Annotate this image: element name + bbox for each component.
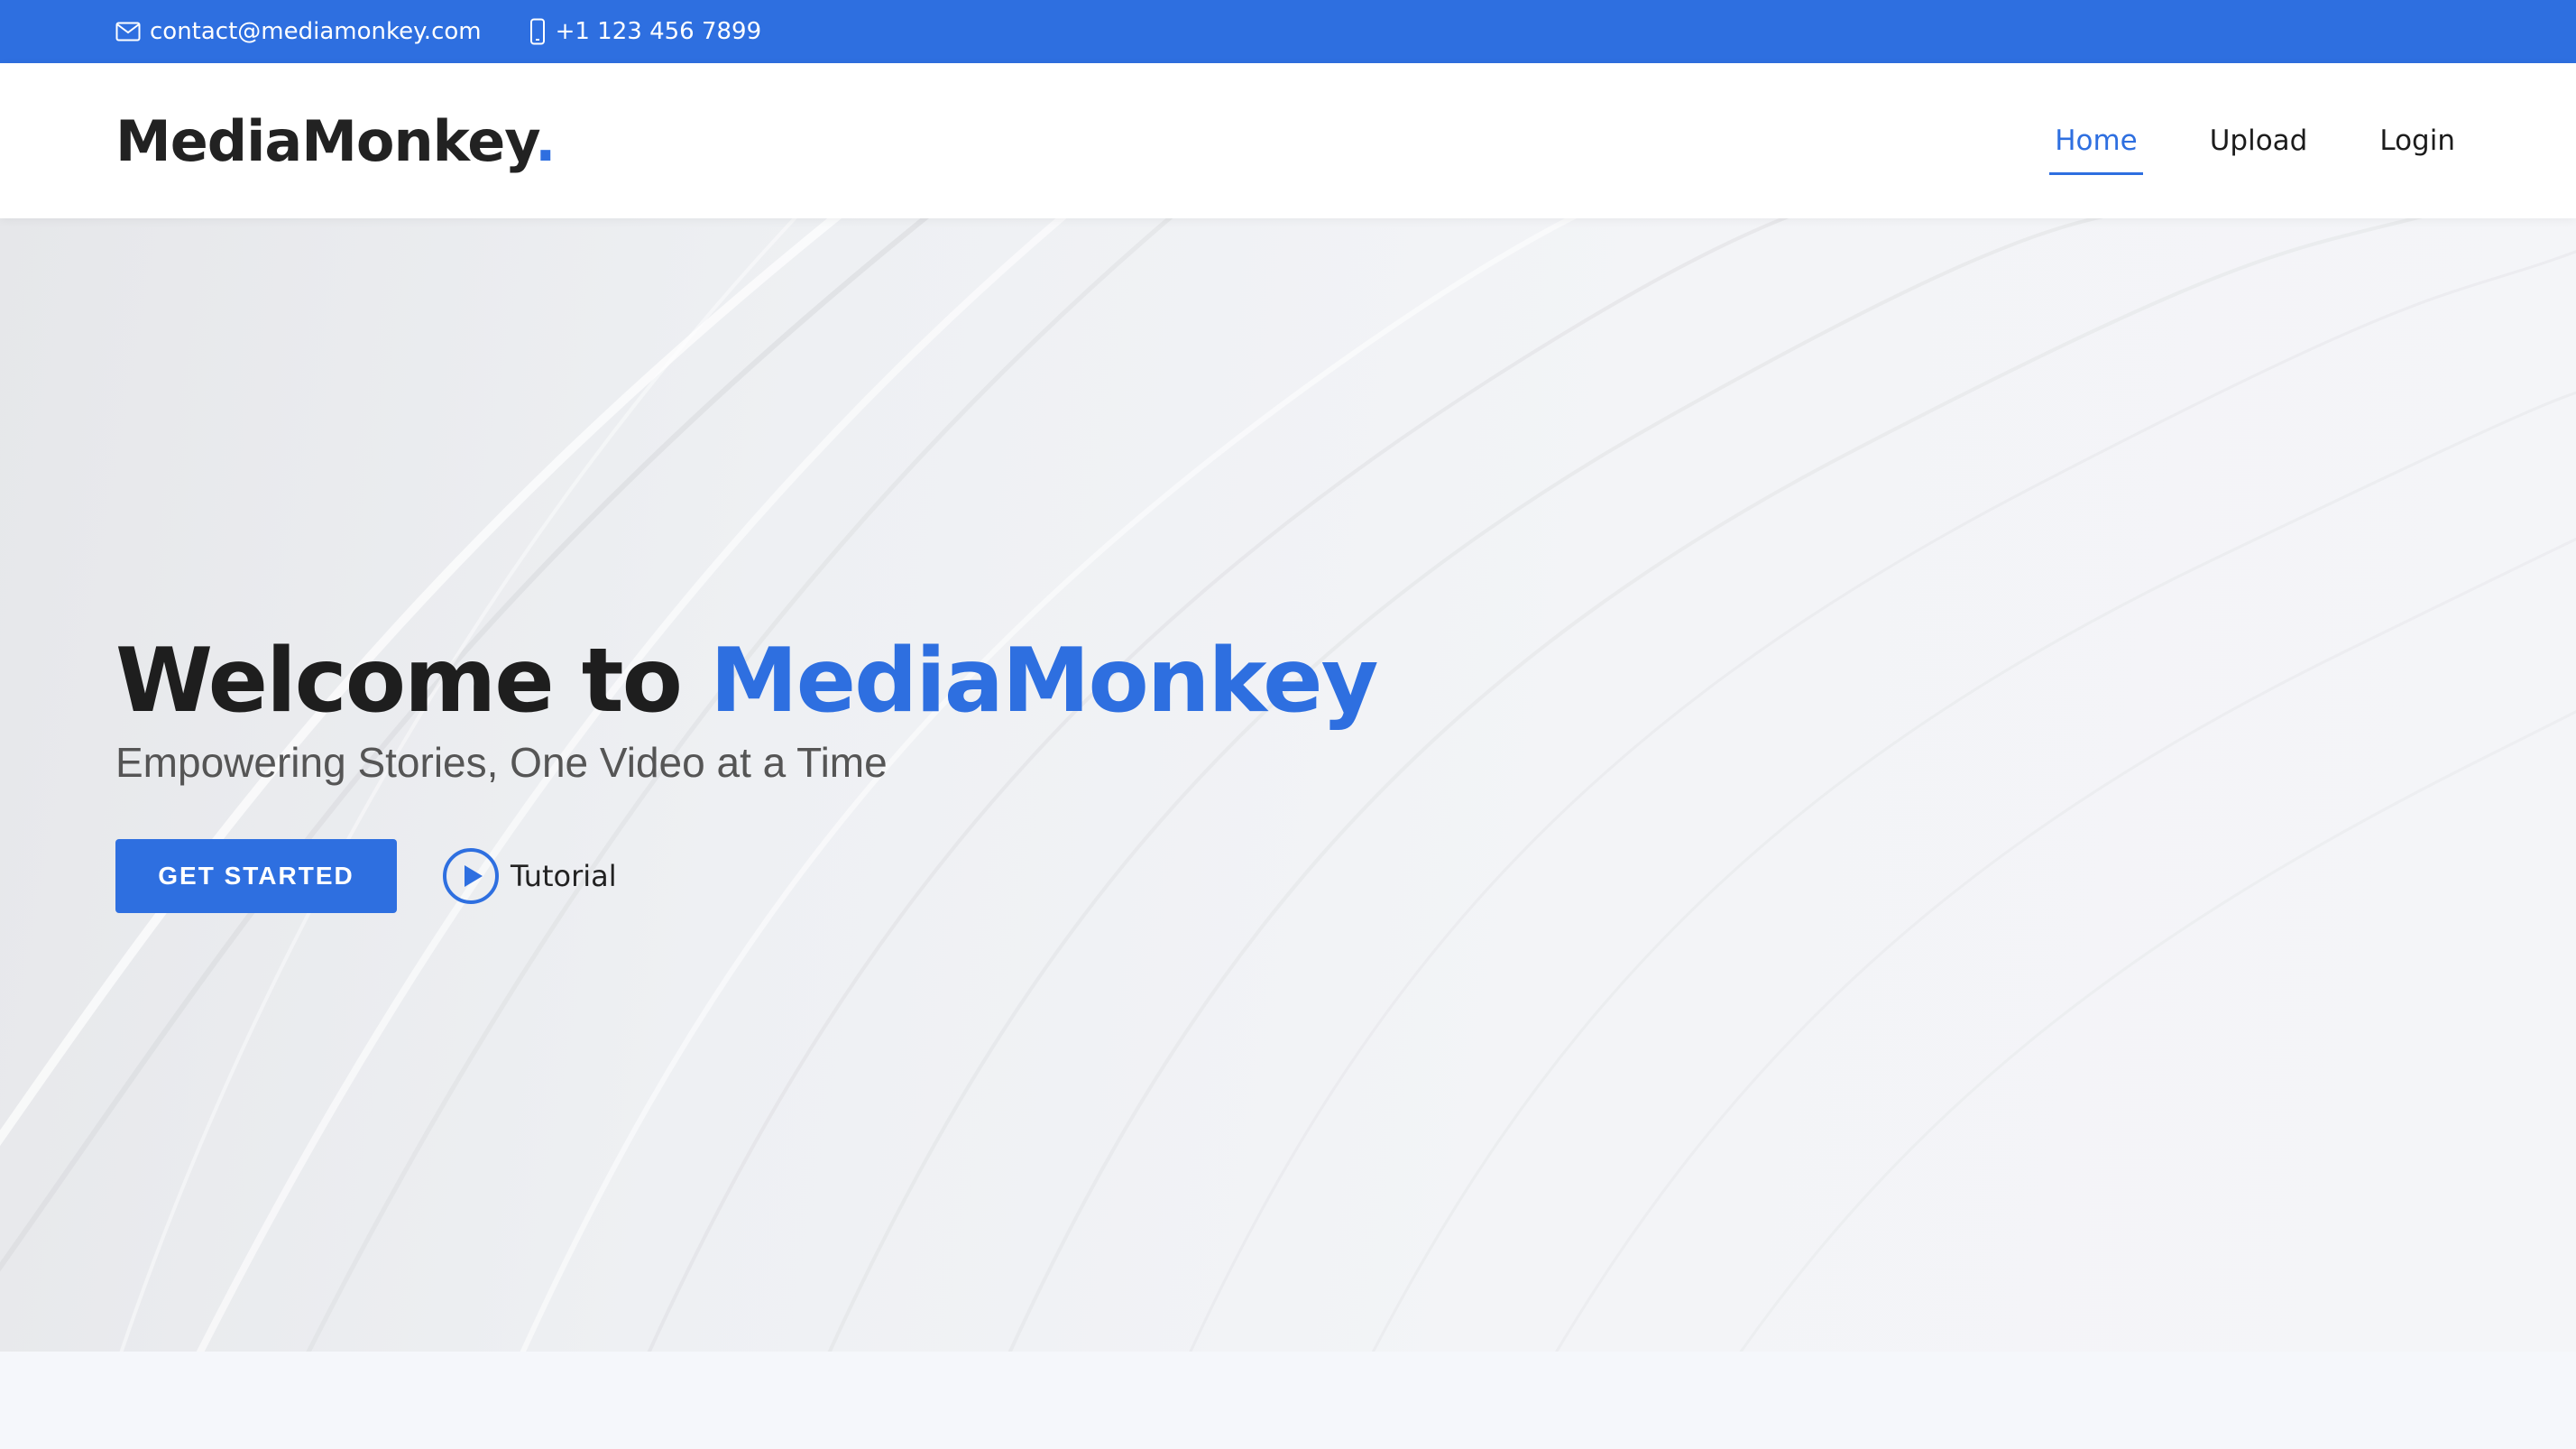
nav-login[interactable]: Login — [2374, 119, 2461, 162]
get-started-button[interactable]: GET STARTED — [115, 838, 397, 913]
below-hero-section — [0, 1352, 2576, 1449]
main-nav: Home Upload Login — [1988, 119, 2461, 175]
hero-title-accent: MediaMonkey — [710, 630, 1378, 733]
hero-content: Welcome to MediaMonkey Empowering Storie… — [115, 630, 1378, 913]
nav-upload[interactable]: Upload — [2204, 119, 2314, 162]
hero-title-prefix: Welcome to — [115, 630, 711, 733]
site-logo[interactable]: MediaMonkey. — [115, 107, 557, 174]
logo-text: MediaMonkey — [115, 107, 536, 174]
contact-phone-text: +1 123 456 7899 — [555, 18, 762, 45]
hero-subtitle: Empowering Stories, One Video at a Time — [115, 738, 888, 786]
hero-actions: GET STARTED Tutorial — [115, 838, 1376, 913]
tutorial-label: Tutorial — [511, 858, 617, 893]
contact-phone[interactable]: +1 123 456 7899 — [529, 18, 762, 45]
contact-email[interactable]: contact@mediamonkey.com — [115, 18, 482, 45]
play-circle-icon — [443, 847, 499, 904]
phone-icon — [529, 18, 545, 45]
contact-email-text: contact@mediamonkey.com — [150, 18, 482, 45]
envelope-icon — [115, 22, 141, 42]
nav-home[interactable]: Home — [2049, 119, 2143, 175]
site-header: MediaMonkey. Home Upload Login — [0, 63, 2576, 218]
tutorial-link[interactable]: Tutorial — [442, 847, 617, 905]
hero-section: Welcome to MediaMonkey Empowering Storie… — [0, 218, 2576, 1352]
top-contact-bar: contact@mediamonkey.com +1 123 456 7899 — [0, 0, 2576, 63]
logo-dot: . — [535, 107, 557, 174]
hero-title: Welcome to MediaMonkey — [115, 630, 1378, 733]
